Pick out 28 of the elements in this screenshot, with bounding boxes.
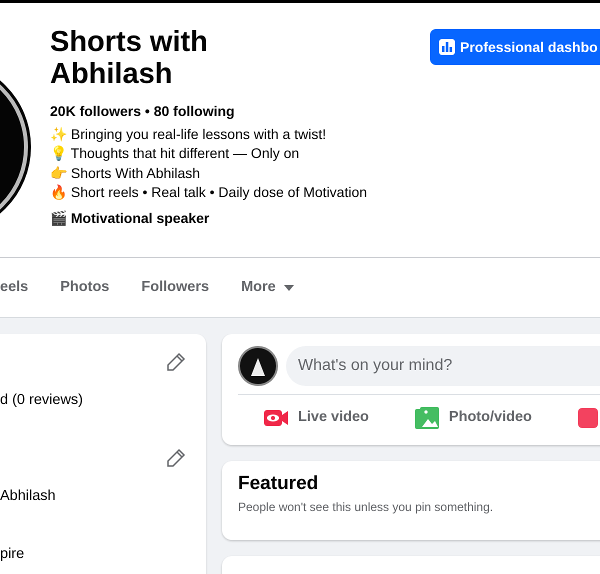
caret-icon bbox=[284, 284, 294, 290]
professional-dashboard-button[interactable]: Professional dashbo bbox=[430, 29, 600, 65]
avatar-icon[interactable] bbox=[238, 346, 278, 386]
section-title: Featured bbox=[238, 473, 320, 496]
composer-action[interactable]: Live video bbox=[264, 399, 369, 437]
pencil-icon[interactable] bbox=[166, 448, 186, 468]
section-hint: People won't see this unless you pin something. bbox=[238, 498, 494, 516]
category-label: 🎬 Motivational speaker bbox=[50, 208, 210, 228]
profile-tab[interactable]: More bbox=[225, 268, 310, 306]
composer-action[interactable]: Photo/video bbox=[414, 399, 532, 437]
intro-text: pire bbox=[0, 544, 26, 564]
pencil-icon[interactable] bbox=[166, 352, 186, 372]
reel-icon[interactable] bbox=[578, 408, 598, 428]
profile-tab[interactable]: eels bbox=[0, 268, 44, 306]
post-input-field[interactable]: What's on your mind? bbox=[286, 346, 600, 386]
profile-tab[interactable]: Followers bbox=[125, 268, 226, 306]
video-camera-icon bbox=[264, 408, 288, 428]
bio-line: 💡 Thoughts that hit different — Only on bbox=[50, 144, 300, 164]
bio-line: 🔥 Short reels • Real talk • Daily dose of Motivation bbox=[50, 183, 368, 202]
intro-text: Abhilash bbox=[0, 486, 57, 506]
profile-name: Shorts with Abhilash bbox=[50, 27, 209, 91]
intro-text: d (0 reviews) bbox=[0, 391, 84, 410]
follower-stats[interactable]: 20K followers • 80 following bbox=[50, 100, 425, 122]
profile-tab[interactable]: Photos bbox=[44, 268, 126, 306]
chart-icon bbox=[439, 39, 455, 55]
bio-line: ✨ Bringing you real-life lessons with a twist! bbox=[50, 124, 328, 144]
image-icon bbox=[414, 407, 439, 429]
bio-line: 👉 Shorts With Abhilash bbox=[50, 164, 202, 183]
